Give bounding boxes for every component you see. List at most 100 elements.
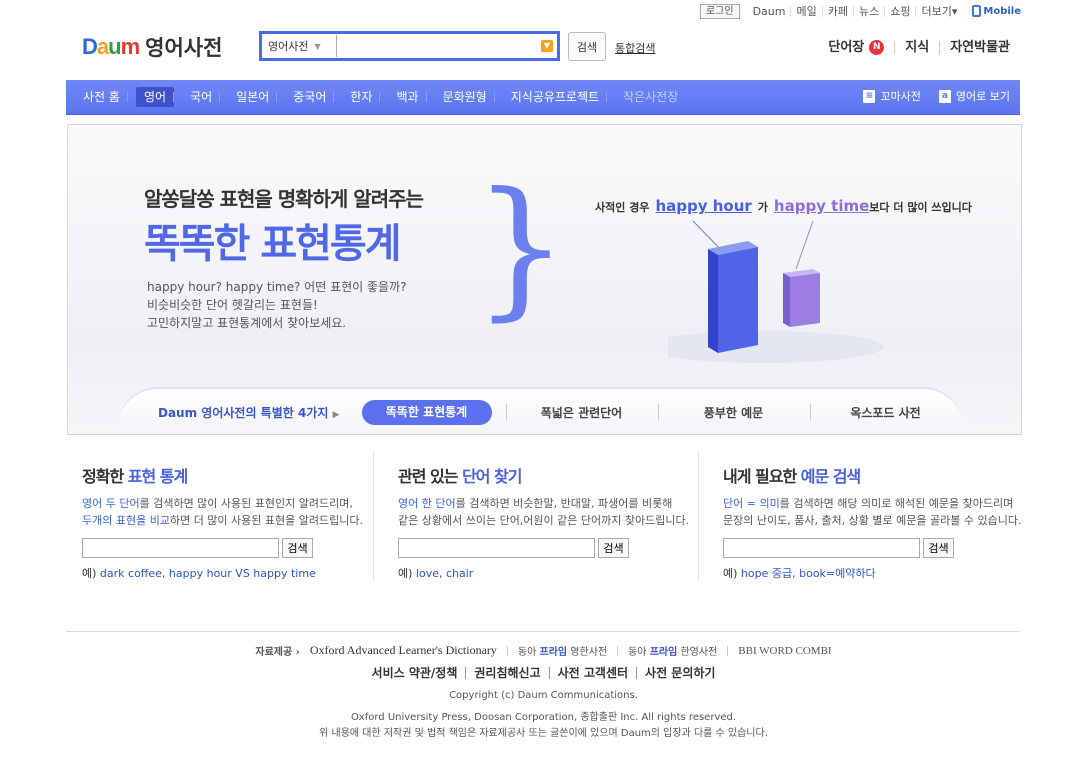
example-link[interactable]: dark coffee, happy hour VS happy time	[100, 567, 316, 580]
search-scope-label: 영어사전	[268, 40, 309, 53]
feature-related-words: 관련 있는 단어 찾기 영어 한 단어를 검색하면 비슷한말, 반대말, 파생어…	[398, 463, 689, 581]
feature-title: 정확한 표현 통계	[82, 467, 188, 486]
policy-links: 서비스 약관/정책 권리침해신고 사전 고객센터 사전 문의하기	[0, 667, 1087, 679]
util-link-more[interactable]: 더보기▾	[915, 4, 962, 18]
wordbook-label: 단어장	[828, 40, 865, 55]
disclaimer: 위 내용에 대한 저작권 및 법적 책임은 자료제공사 또는 글쓴이에 있으며 …	[319, 728, 768, 739]
example-link[interactable]: love, chair	[416, 567, 473, 580]
chevron-down-icon: ▾	[951, 4, 958, 18]
autocomplete-toggle-icon[interactable]: ▼	[541, 40, 553, 52]
comparison-bar-graphic	[668, 220, 883, 363]
footer-divider	[66, 631, 1020, 632]
customer-center-link[interactable]: 사전 고객센터	[548, 667, 636, 679]
search-button[interactable]: 검색	[568, 32, 606, 61]
example-search-input[interactable]	[723, 538, 920, 558]
data-sources: 자료제공 › Oxford Advanced Learner's Diction…	[0, 643, 1087, 658]
tab-expression-stats[interactable]: 똑똑한 표현통계	[361, 399, 492, 425]
copyright: Copyright (c) Daum Communications.	[449, 690, 638, 701]
nav-small-dict[interactable]: 작은사전장	[606, 87, 686, 107]
example-search-button[interactable]: 검색	[923, 538, 954, 558]
source-donga-kor-eng[interactable]: 동아 프라임 한영사전	[628, 643, 717, 658]
header-right-links: 단어장 N 지식 자연박물관	[828, 40, 1020, 55]
feature-description: 단어 = 의미를 검색하면 해당 의미로 해석된 예문을 찾아드리며 문장의 난…	[723, 497, 1022, 527]
nav-dict-home[interactable]: 사전 홈	[75, 87, 128, 107]
login-button[interactable]: 로그인	[699, 3, 740, 19]
logo[interactable]: Daum 영어사전	[82, 32, 222, 62]
banner-title: 똑똑한 표현통계	[144, 221, 402, 267]
nav-hanja[interactable]: 한자	[333, 87, 380, 107]
expression-stats-input[interactable]	[82, 538, 279, 558]
main-nav: 사전 홈 영어 국어 일본어 중국어 한자 백과 문화원형 지식공유프로젝트 작…	[66, 80, 1020, 115]
caption-pre: 사적인 경우	[595, 201, 650, 214]
document-icon: ≡	[863, 89, 876, 103]
banner-desc-line: happy hour? happy time? 어떤 표현이 좋을까?	[147, 280, 407, 294]
mini-dict-link[interactable]: ≡ 꼬마사전	[863, 88, 921, 104]
nav-chinese[interactable]: 중국어	[276, 87, 334, 107]
separator	[506, 645, 508, 656]
more-label: 더보기	[921, 4, 952, 18]
english-view-link[interactable]: a 영어로 보기	[938, 88, 1010, 104]
search-input[interactable]	[336, 35, 541, 57]
site-title: 영어사전	[145, 36, 223, 60]
tab-oxford-dictionary[interactable]: 옥스포드 사전	[809, 403, 962, 421]
arrow-right-icon: ›	[295, 647, 300, 658]
copyright-rights: Oxford University Press, Doosan Corporat…	[350, 712, 737, 723]
features-intro: Daum 영어사전의 특별한 4가지 ▶	[158, 405, 340, 420]
arrow-right-icon: ▶	[332, 409, 340, 420]
nav-english[interactable]: 영어	[126, 87, 175, 107]
banner-caption: 사적인 경우 happy hour 가 happy time보다 더 많이 쓰입…	[595, 197, 972, 215]
natural-museum-link[interactable]: 자연박물관	[939, 41, 1020, 54]
util-link-mail[interactable]: 메일	[790, 5, 821, 17]
expression-stats-search-button[interactable]: 검색	[282, 538, 313, 558]
rights-report-link[interactable]: 권리침해신고	[465, 667, 548, 679]
terms-link[interactable]: 서비스 약관/정책	[364, 667, 466, 679]
brace-graphic: }	[473, 161, 569, 335]
tab-example-sentences[interactable]: 풍부한 예문	[657, 403, 810, 421]
inquiry-link[interactable]: 사전 문의하기	[636, 667, 723, 679]
wordbook-link[interactable]: 단어장 N	[828, 40, 894, 55]
source-donga-eng-kor[interactable]: 동아 프라임 영한사전	[518, 643, 607, 658]
util-link-shopping[interactable]: 쇼핑	[884, 5, 915, 17]
nav-encyclopedia[interactable]: 백과	[379, 87, 426, 107]
separator	[617, 645, 619, 656]
nav-culture[interactable]: 문화원형	[425, 87, 495, 107]
utility-bar: 로그인 Daum 메일 카페 뉴스 쇼핑 더보기▾ Mobile	[699, 3, 1021, 19]
banner-description: happy hour? happy time? 어떤 표현이 좋을까? 비슷비슷…	[147, 278, 407, 332]
chevron-down-icon: ▼	[314, 41, 321, 51]
bar-happy-hour	[708, 241, 758, 353]
feature-example-search: 내게 필요한 예문 검색 단어 = 의미를 검색하면 해당 의미로 해석된 예문…	[723, 463, 1021, 581]
search-scope-select[interactable]: 영어사전 ▼	[262, 38, 336, 54]
banner-subtitle: 알쏭달쏭 표현을 명확하게 알려주는	[144, 187, 424, 211]
mobile-icon	[972, 5, 982, 17]
caption-term-2: happy time	[773, 197, 870, 215]
nav-right: ≡ 꼬마사전 a 영어로 보기	[863, 88, 1010, 104]
bar-happy-time	[783, 269, 820, 327]
example-link[interactable]: hope 중급, book=예약하다	[741, 567, 876, 580]
nav-japanese[interactable]: 일본어	[219, 87, 277, 107]
daum-logo: Daum	[82, 34, 140, 59]
tab-related-words[interactable]: 폭넓은 관련단어	[505, 403, 658, 421]
unified-search-link[interactable]: 통합검색	[615, 40, 655, 56]
mini-dict-label: 꼬마사전	[880, 90, 921, 103]
caption-mid: 가	[757, 201, 768, 214]
chart-floor	[668, 331, 883, 363]
english-view-label: 영어로 보기	[955, 90, 1010, 103]
util-link-daum[interactable]: Daum	[748, 6, 791, 17]
util-link-cafe[interactable]: 카페	[821, 5, 853, 17]
divider	[698, 452, 699, 582]
features-tab-bar: Daum 영어사전의 특별한 4가지 ▶ 똑똑한 표현통계 폭넓은 관련단어 풍…	[118, 387, 963, 434]
feature-description: 영어 한 단어를 검색하면 비슷한말, 반대말, 파생어를 비롯해 같은 상황에…	[398, 497, 690, 527]
knowledge-link[interactable]: 지식	[894, 41, 939, 54]
feature-example: 예) dark coffee, happy hour VS happy time	[82, 567, 316, 580]
nav-korean[interactable]: 국어	[173, 87, 220, 107]
divider	[373, 452, 374, 582]
related-words-search-button[interactable]: 검색	[598, 538, 629, 558]
mobile-link[interactable]: Mobile	[972, 5, 1021, 17]
callout-line-2	[795, 220, 814, 270]
util-link-news[interactable]: 뉴스	[852, 5, 884, 17]
source-oxford[interactable]: Oxford Advanced Learner's Dictionary	[310, 643, 497, 658]
related-words-input[interactable]	[398, 538, 595, 558]
source-bbi[interactable]: BBI WORD COMBI	[738, 645, 831, 657]
nav-knowledge-project[interactable]: 지식공유프로젝트	[493, 87, 607, 107]
new-badge: N	[869, 40, 885, 55]
